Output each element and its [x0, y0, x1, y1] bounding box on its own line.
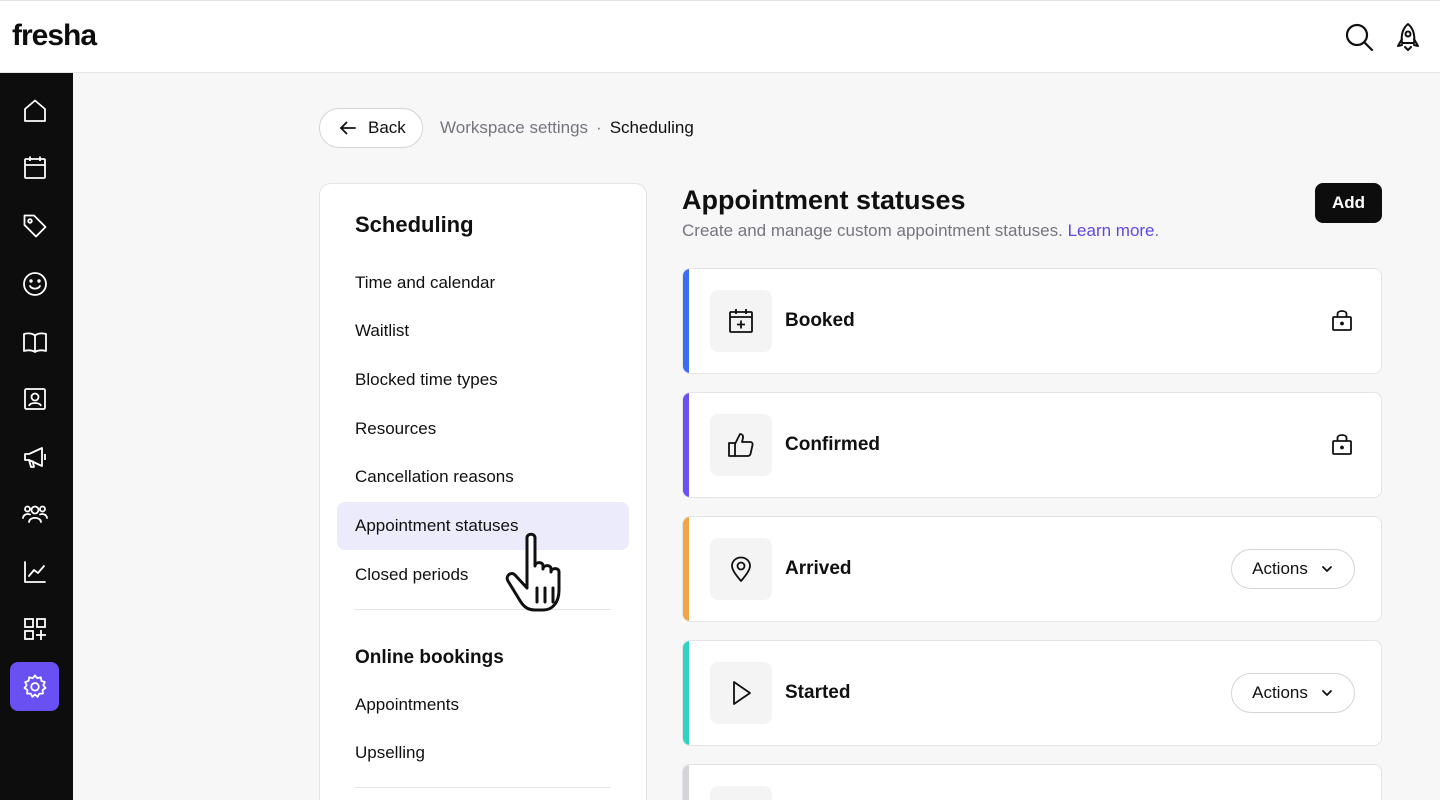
nav-item-blocked-time-types[interactable]: Blocked time types — [337, 356, 629, 404]
thumbs-up-icon — [710, 414, 772, 476]
hand-pointer-cursor-icon — [505, 532, 561, 612]
rocket-icon[interactable] — [1392, 21, 1424, 53]
team-members-icon[interactable] — [10, 489, 59, 538]
breadcrumb: Workspace settings · Scheduling — [440, 118, 694, 138]
settings-gear-icon[interactable] — [10, 662, 59, 711]
nav-item-resources[interactable]: Resources — [337, 405, 629, 453]
chevron-down-icon — [1321, 566, 1332, 572]
nav-divider — [355, 787, 611, 788]
add-button[interactable]: Add — [1315, 183, 1382, 223]
reports-chart-icon[interactable] — [10, 547, 59, 596]
actions-button[interactable]: Actions — [1231, 549, 1355, 589]
status-card-partial[interactable] — [682, 764, 1382, 800]
home-icon[interactable] — [10, 86, 59, 135]
actions-label: Actions — [1252, 683, 1308, 702]
status-name: Confirmed — [785, 434, 880, 455]
main-sidebar — [0, 73, 73, 800]
status-icon-box — [710, 786, 772, 800]
play-icon — [710, 662, 772, 724]
search-icon[interactable] — [1343, 21, 1375, 53]
nav-item-appointments[interactable]: Appointments — [337, 681, 629, 729]
lock-icon — [1332, 434, 1352, 455]
status-name: Started — [785, 682, 851, 703]
nav-heading-scheduling: Scheduling — [355, 212, 474, 237]
subtitle-text: Create and manage custom appointment sta… — [682, 221, 1063, 240]
status-color-bar — [683, 765, 689, 800]
calendar-icon[interactable] — [10, 143, 59, 192]
status-color-bar — [683, 393, 689, 497]
status-color-bar — [683, 641, 689, 745]
nav-item-cancellation-reasons[interactable]: Cancellation reasons — [337, 453, 629, 501]
status-color-bar — [683, 269, 689, 373]
page-subtitle: Create and manage custom appointment sta… — [682, 221, 1159, 241]
back-button[interactable]: Back — [319, 108, 423, 148]
nav-item-appointment-statuses[interactable]: Appointment statuses — [337, 502, 629, 550]
fresha-logo[interactable]: fresha — [12, 19, 97, 53]
nav-item-closed-periods[interactable]: Closed periods — [337, 551, 629, 599]
subtitle-period: . — [1154, 221, 1160, 240]
breadcrumb-separator: · — [596, 118, 602, 137]
catalog-book-icon[interactable] — [10, 317, 59, 366]
marketing-megaphone-icon[interactable] — [10, 432, 59, 481]
actions-button[interactable]: Actions — [1231, 673, 1355, 713]
add-ons-grid-icon[interactable] — [10, 604, 59, 653]
status-card-booked[interactable]: Booked — [682, 268, 1382, 374]
learn-more-link[interactable]: Learn more — [1068, 221, 1155, 240]
status-name: Arrived — [785, 558, 852, 579]
top-bar: fresha — [0, 0, 1440, 73]
nav-item-time-and-calendar[interactable]: Time and calendar — [337, 259, 629, 307]
status-name: Booked — [785, 310, 855, 331]
back-label: Back — [368, 118, 406, 137]
status-color-bar — [683, 517, 689, 621]
status-card-arrived[interactable]: Arrived Actions — [682, 516, 1382, 622]
calendar-plus-icon — [710, 290, 772, 352]
page-title: Appointment statuses — [682, 185, 966, 215]
breadcrumb-scheduling: Scheduling — [609, 118, 694, 137]
breadcrumb-workspace-settings[interactable]: Workspace settings — [440, 118, 588, 138]
map-pin-icon — [710, 538, 772, 600]
nav-heading-online-bookings: Online bookings — [355, 647, 504, 668]
actions-label: Actions — [1252, 559, 1308, 578]
lock-icon — [1332, 310, 1352, 331]
nav-item-upselling[interactable]: Upselling — [337, 729, 629, 777]
chevron-down-icon — [1321, 690, 1332, 696]
status-card-confirmed[interactable]: Confirmed — [682, 392, 1382, 498]
clients-smiley-icon[interactable] — [10, 259, 59, 308]
sales-tag-icon[interactable] — [10, 201, 59, 250]
arrow-left-icon — [340, 121, 356, 135]
status-card-started[interactable]: Started Actions — [682, 640, 1382, 746]
nav-item-waitlist[interactable]: Waitlist — [337, 307, 629, 355]
team-badge-icon[interactable] — [10, 374, 59, 423]
settings-nav-card: Scheduling Time and calendar Waitlist Bl… — [319, 183, 647, 800]
